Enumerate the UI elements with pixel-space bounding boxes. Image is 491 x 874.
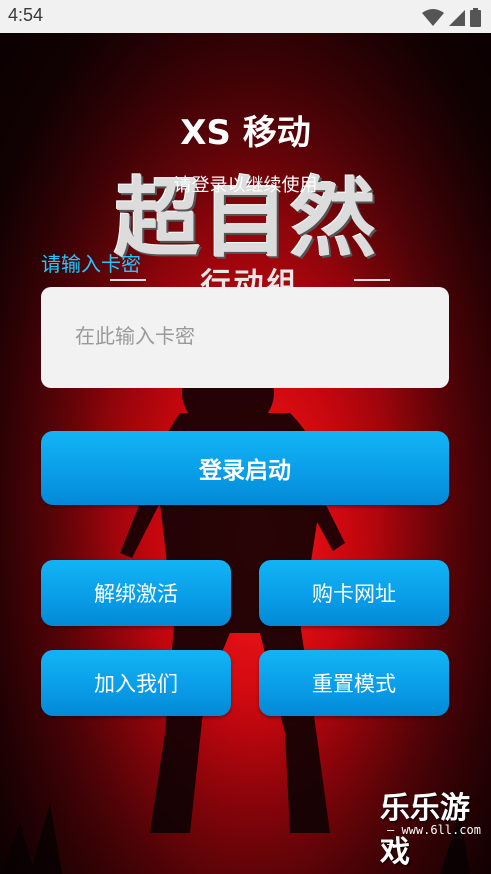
app-title: XS 移动 xyxy=(180,113,311,153)
status-icons xyxy=(422,8,481,27)
signal-icon xyxy=(449,9,465,26)
unbind-activation-button[interactable]: 解绑激活 xyxy=(41,560,231,626)
card-key-label: 请输入卡密 xyxy=(41,254,141,276)
watermark-url: — www.6ll.com — xyxy=(387,823,481,851)
card-key-input[interactable] xyxy=(41,287,449,388)
login-button[interactable]: 登录启动 xyxy=(41,431,449,505)
battery-icon xyxy=(470,8,481,27)
status-bar: 4:54 xyxy=(0,0,491,33)
reset-mode-button[interactable]: 重置模式 xyxy=(259,650,449,716)
game-logo-main: 超自然 xyxy=(114,168,378,269)
app-subtitle: 请登录以继续使用 xyxy=(173,175,318,195)
wifi-icon xyxy=(422,8,444,26)
app-screen: 超自然 XS 移动 请登录以继续使用 行动组 请输入卡密 登录启动 解绑激活 购… xyxy=(0,33,491,874)
buy-card-url-button[interactable]: 购卡网址 xyxy=(259,560,449,626)
status-time: 4:54 xyxy=(8,5,44,25)
join-us-button[interactable]: 加入我们 xyxy=(41,650,231,716)
